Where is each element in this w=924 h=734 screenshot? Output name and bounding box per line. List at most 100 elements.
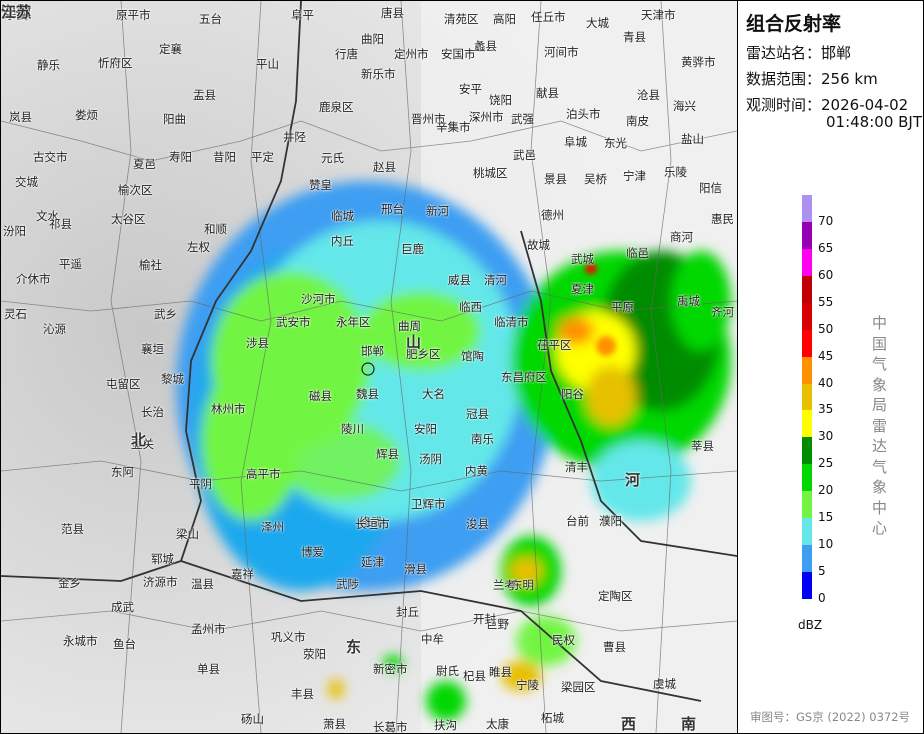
place-label: 郓城 bbox=[151, 552, 174, 566]
legend-swatch bbox=[802, 491, 812, 519]
place-label: 汤阴 bbox=[419, 452, 442, 466]
place-label: 平遥 bbox=[59, 257, 82, 271]
place-label: 清河 bbox=[484, 273, 507, 287]
legend-swatch bbox=[802, 302, 812, 330]
place-label: 交城 bbox=[15, 175, 38, 189]
station-label: 雷达站名： bbox=[746, 44, 822, 62]
place-label: 德州 bbox=[541, 208, 564, 222]
place-label: 山 bbox=[406, 333, 422, 351]
place-label: 阳谷 bbox=[561, 387, 584, 401]
place-label: 盂县 bbox=[193, 88, 216, 102]
legend-tick: 50 bbox=[818, 321, 834, 336]
place-label: 景县 bbox=[544, 172, 567, 186]
place-label: 永年区 bbox=[336, 315, 371, 329]
legend-unit: dBZ bbox=[798, 618, 823, 632]
legend-tick: 30 bbox=[818, 429, 834, 444]
place-label: 娄烦 bbox=[75, 108, 98, 122]
place-label: 冠县 bbox=[466, 407, 489, 421]
place-label: 清丰 bbox=[565, 460, 588, 474]
place-label: 萧县 bbox=[323, 717, 346, 731]
time-value: 01:48:00 BJT bbox=[826, 113, 923, 131]
place-label: 商河 bbox=[670, 230, 693, 244]
legend-swatch bbox=[802, 518, 812, 546]
place-label: 榆次区 bbox=[118, 183, 153, 197]
legend-swatch bbox=[802, 356, 812, 384]
place-label: 灵石 bbox=[4, 307, 27, 321]
legend-swatch bbox=[802, 275, 812, 303]
place-label: 泽州 bbox=[261, 520, 284, 534]
legend-swatch bbox=[802, 195, 812, 222]
place-label: 古交市 bbox=[33, 150, 68, 164]
place-label: 平阴 bbox=[189, 477, 212, 491]
place-label: 嘉祥 bbox=[231, 567, 254, 581]
agency-vertical-text: 中国气象局雷达气象中心 bbox=[872, 314, 888, 537]
place-label: 原平市 bbox=[116, 8, 151, 22]
place-label: 莘县 bbox=[691, 439, 714, 453]
place-label: 东阿 bbox=[111, 465, 134, 479]
place-label: 孟州市 bbox=[191, 622, 226, 636]
place-label: 新乐市 bbox=[361, 67, 396, 81]
place-label: 阜平 bbox=[291, 8, 314, 22]
place-label: 武强 bbox=[511, 112, 534, 126]
place-label: 民权 bbox=[552, 633, 575, 647]
place-label: 阳信 bbox=[699, 181, 722, 195]
place-label: 寿阳 bbox=[169, 150, 192, 164]
info-panel: 组合反射率 雷达站名：邯郸 数据范围：256 km 观测时间：2026-04-0… bbox=[738, 1, 922, 732]
place-label: 岚县 bbox=[9, 110, 32, 124]
place-label: 阳曲 bbox=[163, 112, 186, 126]
place-label: 丰县 bbox=[291, 687, 314, 701]
place-label: 馆陶 bbox=[461, 349, 484, 363]
legend-tick: 60 bbox=[818, 267, 834, 282]
place-label: 涉县 bbox=[246, 336, 269, 350]
place-label: 磁县 bbox=[309, 389, 332, 403]
place-label: 南 bbox=[681, 715, 697, 733]
legend-swatch bbox=[802, 545, 812, 573]
legend-tick: 15 bbox=[818, 510, 834, 525]
place-label: 长垣市 bbox=[355, 517, 390, 531]
place-label: 武安市 bbox=[276, 315, 311, 329]
place-label: 昔阳 bbox=[213, 150, 236, 164]
place-label: 临城 bbox=[331, 209, 354, 223]
place-label: 清苑区 bbox=[444, 12, 479, 26]
place-label: 虞城 bbox=[653, 677, 676, 691]
place-label: 梁园区 bbox=[561, 680, 596, 694]
place-label: 黎城 bbox=[161, 372, 184, 386]
place-label: 北 bbox=[131, 431, 147, 449]
place-label: 平山 bbox=[256, 57, 279, 71]
place-label: 榆社 bbox=[139, 258, 162, 272]
place-label: 齐河 bbox=[711, 305, 734, 319]
place-label: 巨鹿 bbox=[401, 242, 424, 256]
range-row: 数据范围：256 km bbox=[746, 68, 878, 89]
place-label: 中牟 bbox=[421, 632, 444, 646]
place-label: 故城 bbox=[527, 238, 550, 252]
place-label: 杞县 bbox=[463, 669, 486, 683]
radar-map[interactable]: 宁武 原平市 五台 阜平 唐县 清苑区 高阳 任丘市 大城 天津市 青县 静乐 忻府区 定襄 平山 行唐 曲阳定… bbox=[1, 1, 738, 733]
place-label: 高平市 bbox=[246, 467, 281, 481]
radar-layer bbox=[1, 1, 737, 733]
place-label: 长治 bbox=[141, 405, 164, 419]
place-label: 博爱 bbox=[301, 545, 324, 559]
legend-tick: 40 bbox=[818, 375, 834, 390]
place-label: 新密市 bbox=[373, 662, 408, 676]
place-label: 和顺 bbox=[204, 222, 227, 236]
place-label: 高阳 bbox=[493, 12, 516, 26]
place-label: 泊头市 bbox=[566, 107, 601, 121]
place-label: 曲阳 bbox=[361, 32, 384, 46]
place-label: 鹿泉区 bbox=[319, 100, 354, 114]
place-label: 盐山 bbox=[681, 132, 704, 146]
place-label: 赞皇 bbox=[309, 178, 332, 192]
place-label: 黄骅市 bbox=[681, 55, 716, 69]
place-label: 宁陵 bbox=[516, 678, 539, 692]
legend-swatch bbox=[802, 221, 812, 249]
legend-tick: 35 bbox=[818, 402, 834, 417]
station-row: 雷达站名：邯郸 bbox=[746, 42, 851, 63]
place-label: 卫辉市 bbox=[411, 497, 446, 511]
place-label: 林州市 bbox=[211, 402, 246, 416]
place-label: 武邑 bbox=[513, 148, 536, 162]
place-label: 安阳 bbox=[414, 422, 437, 436]
legend-tick: 70 bbox=[818, 213, 834, 228]
place-label: 河 bbox=[625, 471, 641, 489]
place-label: 浚县 bbox=[466, 517, 489, 531]
place-label: 濮阳 bbox=[599, 514, 622, 528]
legend-tick: 45 bbox=[818, 348, 834, 363]
